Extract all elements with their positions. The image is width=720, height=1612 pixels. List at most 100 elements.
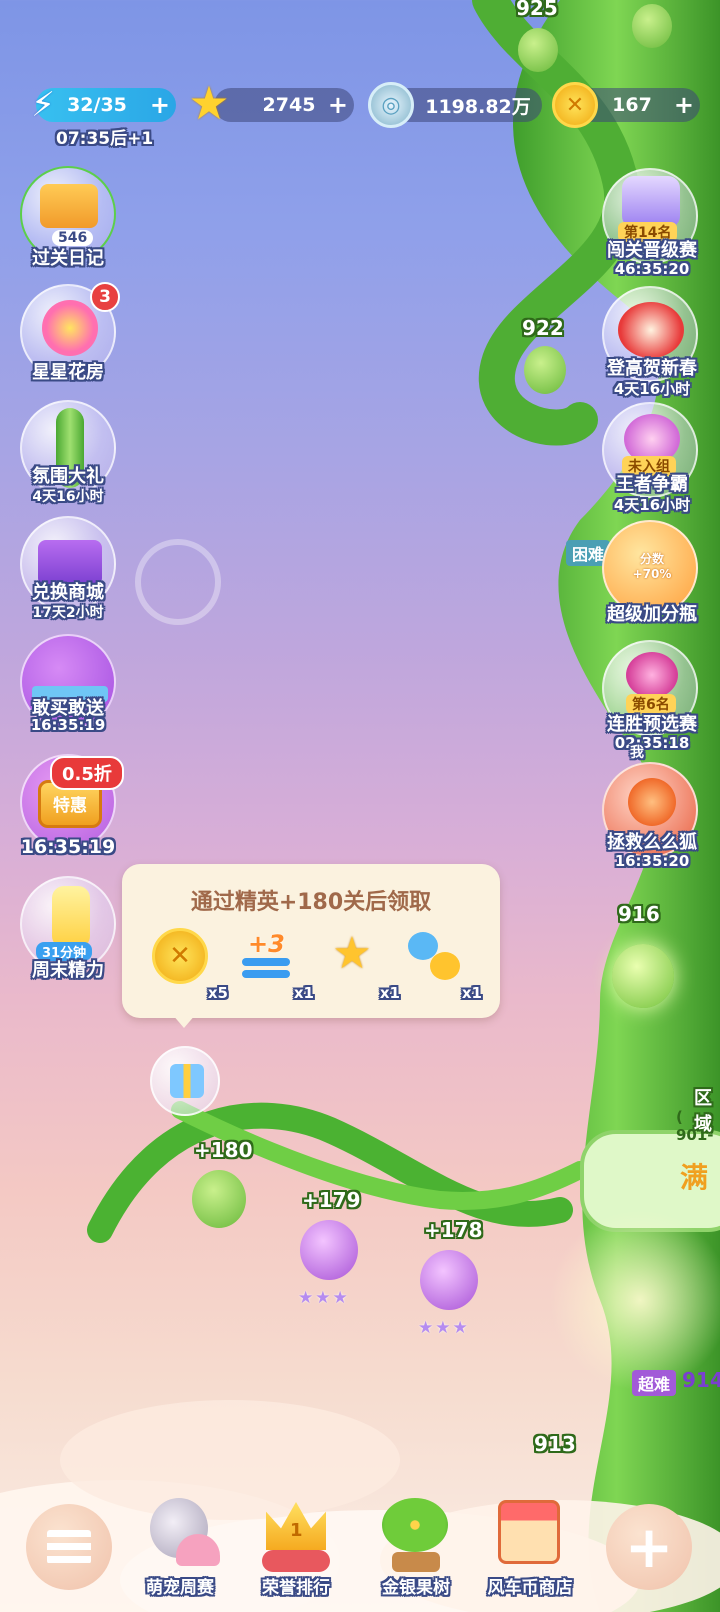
trophy-icon [622,176,680,228]
gift-bubble[interactable] [150,1046,220,1116]
lightning-icon: ⚡ [31,85,55,125]
nav-windmill-shop[interactable]: 风车币商店 [468,1498,592,1612]
reward-swap: x1 [406,928,482,1002]
energy-plus-button[interactable]: + [150,91,170,119]
zone-cta[interactable]: 满 [680,1156,708,1196]
stars-value: 2745 [262,94,316,116]
beanstalk-gift-timer: 4天16小时 [32,489,104,505]
energy-value: 32/35 [67,94,127,116]
zone-range: ( 901- [676,1108,714,1144]
nav-fruit-tree-label: 金银果树 [382,1578,450,1598]
popup-pointer [172,1014,196,1028]
king-badge-timer: 4天16小时 [613,496,691,514]
nav-windmill-shop-label: 风车币商店 [487,1578,573,1598]
stars-plus-button[interactable]: + [328,91,348,119]
nav-pet-week-label: 萌宠周赛 [146,1578,214,1598]
fox-timer: 16:35:20 [614,852,690,870]
shop-icon [498,1500,560,1564]
level-922-lantern[interactable] [524,346,566,394]
level-180-lantern[interactable] [192,1170,246,1228]
plus3-moves-icon: +3 [238,928,294,984]
special-offer-timer: 16:35:19 [20,836,116,858]
winstreak-timer: 02:35:18 [614,734,690,752]
score-bottle-tag: 分数+70% [632,552,672,581]
silver-coin-icon: ◎ [368,82,414,128]
star-icon: ★ [188,76,230,130]
silver-coins-bar[interactable]: 1198.82万 [392,88,542,122]
reward-popup: 通过精英+180关后领取 ✕ x5 +3 x1 ★ x1 x1 [122,864,500,1018]
level-925-label: 925 [516,0,558,20]
diary-icon [40,184,98,228]
nav-fruit-tree[interactable]: 金银果树 [356,1498,476,1612]
lion-dance-timer: 4天16小时 [613,380,691,398]
reward-plus3: +3 x1 [238,928,314,1002]
winstreak-icon [626,652,678,698]
level-916-label: 916 [618,902,660,926]
gold-plus-button[interactable]: + [674,91,694,119]
flower-house-badge: 3 [90,282,120,312]
stars-bar[interactable]: 2745 + [214,88,354,122]
flower-house-label: 星星花房 [32,362,104,383]
super-hard-tag: 超难 [632,1370,677,1396]
buy-gift-timer: 16:35:19 [30,716,106,734]
gift-icon [170,1064,204,1098]
special-offer-discount-badge: 0.5折 [50,756,124,790]
level-179-lantern[interactable] [300,1220,358,1280]
fruit-tree-icon [382,1498,448,1552]
fox-me-tag: 我 [630,745,644,761]
level-179-label: +179 [302,1188,361,1212]
diary-label: 过关日记 [32,248,104,269]
level-178-label: +178 [424,1218,483,1242]
nav-pet-week[interactable]: 萌宠周赛 [120,1498,240,1612]
menu-icon [47,1530,91,1564]
silver-coins-value: 1198.82万 [425,95,531,118]
winstreak-label: 连胜预选赛 [607,714,697,735]
animal-swap-icon [406,928,462,984]
level-913-label: 913 [534,1432,576,1456]
gold-coin-icon: ✕ [152,928,208,984]
nav-honor-rank-label: 荣誉排行 [262,1578,330,1598]
level-178-stars: ★★★ [418,1318,470,1338]
gold-coin-icon: ✕ [552,82,598,128]
reward-wand: ★ x1 [324,928,400,1002]
shell-icon [176,1534,220,1566]
fox-icon [628,778,676,826]
lion-dance-label: 登高贺新春 [607,358,697,379]
lion-dance-icon [618,302,684,358]
exchange-shop-timer: 17天2小时 [32,605,104,621]
reward-swap-count: x1 [461,984,482,1002]
plus-icon: + [624,1513,674,1581]
energy-timer: 07:35后+1 [56,129,154,149]
plus3-label: +3 [248,930,285,958]
level-179-stars: ★★★ [298,1288,350,1308]
popup-title: 通过精英+180关后领取 [190,890,432,915]
score-bottle-label: 超级加分瓶 [607,604,697,625]
magic-wand-icon: ★ [332,928,372,979]
reward-wand-count: x1 [379,984,400,1002]
crown-rank: 1 [290,1520,303,1541]
energy-bottle-label: 周末精力 [32,960,104,981]
flower-house-icon [42,300,98,356]
beanstalk-gift-label: 氛围大礼 [32,466,104,487]
level-914-label: 914 [682,1368,720,1392]
trophy-timer: 46:35:20 [614,260,690,278]
level-180-label: +180 [194,1138,253,1162]
level-916-lantern[interactable] [612,944,674,1008]
level-178-lantern[interactable] [420,1250,478,1310]
reward-gold: ✕ x5 [152,928,228,1002]
plus-button[interactable]: + [606,1504,692,1590]
lantern-top-right [632,4,672,48]
king-badge-label: 王者争霸 [616,474,688,495]
fox-label: 拯救么么狐 [607,832,697,853]
level-925-lantern[interactable] [518,28,558,72]
special-offer-tag: 特惠 [53,796,87,816]
reward-plus3-count: x1 [293,984,314,1002]
level-922-label: 922 [522,316,564,340]
menu-button[interactable] [26,1504,112,1590]
reward-gold-count: x5 [207,984,228,1002]
trophy-label: 闯关晋级赛 [607,240,697,261]
gold-value: 167 [612,94,652,116]
energy-bottle-icon [52,886,90,948]
exchange-shop-label: 兑换商城 [32,582,104,603]
nav-honor-rank[interactable]: 1 荣誉排行 [236,1498,356,1612]
